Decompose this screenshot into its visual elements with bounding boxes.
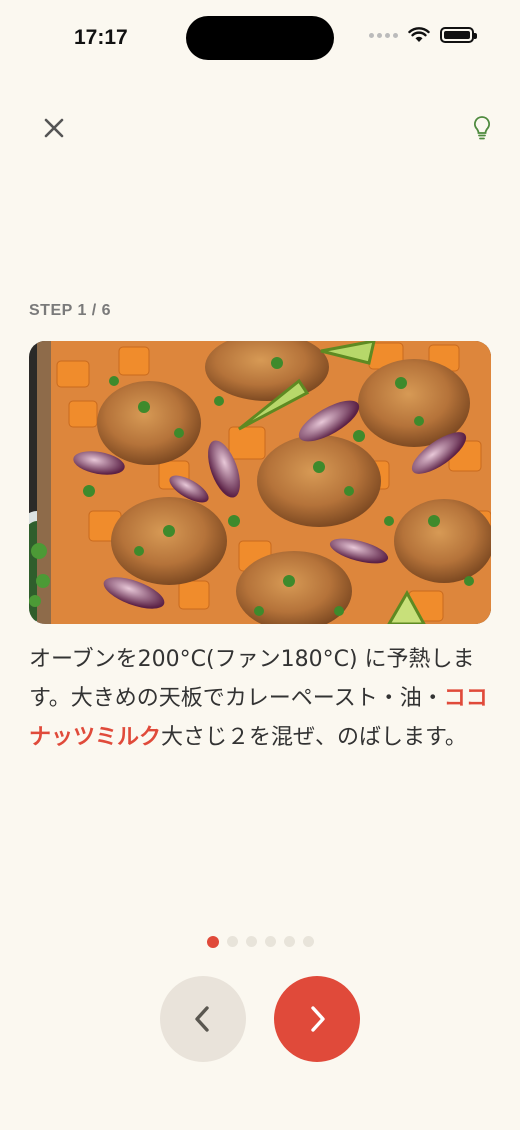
status-time: 17:17 [74, 26, 128, 49]
next-step-button[interactable] [274, 976, 360, 1062]
lightbulb-icon [474, 116, 490, 140]
page-dot-6[interactable] [302, 936, 314, 947]
status-bar: 17:17 [0, 0, 520, 80]
chevron-right-icon [311, 1006, 325, 1032]
page-dot-2[interactable] [226, 936, 238, 947]
step-pagination [0, 936, 520, 948]
page-dot-4[interactable] [264, 936, 276, 947]
battery-icon [440, 27, 477, 43]
wifi-icon [408, 27, 430, 42]
cellular-signal-icon [369, 32, 398, 38]
page-dot-3[interactable] [245, 936, 257, 947]
step-instruction: オーブンを200°C(ファン180°C) に予熱します。大きめの天板でカレーペー… [29, 640, 495, 757]
tip-button[interactable] [466, 110, 498, 146]
step-navigation [0, 976, 520, 1062]
recipe-photo [29, 341, 491, 624]
instruction-text-before: オーブンを200°C(ファン180°C) に予熱します。大きめの天板でカレーペー… [29, 647, 475, 711]
instruction-text-after: 大さじ２を混ぜ、のばします。 [161, 725, 467, 750]
page-dot-1[interactable] [206, 936, 219, 948]
step-label: STEP 1 / 6 [29, 302, 112, 319]
status-icons [369, 27, 477, 43]
close-button[interactable] [36, 110, 72, 146]
dynamic-island [186, 16, 334, 60]
chevron-left-icon [195, 1006, 209, 1032]
previous-step-button[interactable] [160, 976, 246, 1062]
close-icon [44, 118, 64, 138]
page-dot-5[interactable] [283, 936, 295, 947]
